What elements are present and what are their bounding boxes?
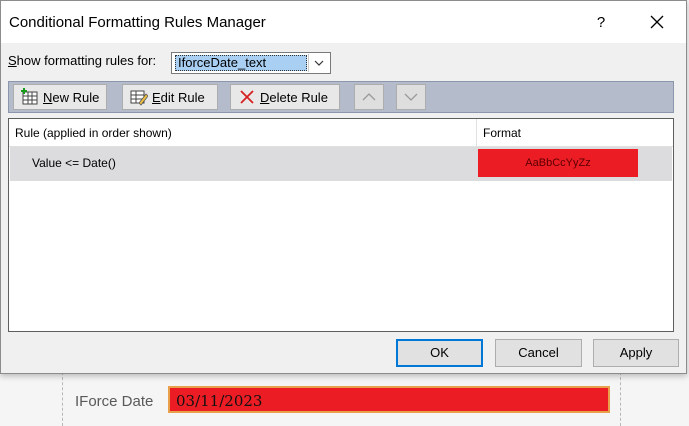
cancel-button[interactable]: Cancel: [495, 339, 582, 367]
show-rules-for-label: Show formatting rules for:: [8, 53, 157, 68]
combo-dropdown-icon: [314, 60, 324, 66]
column-header-rule: Rule (applied in order shown): [15, 126, 172, 140]
edit-rule-label: Edit Rule: [152, 89, 205, 105]
move-up-icon: [362, 93, 376, 101]
combo-selected-value: IforceDate_text: [175, 55, 307, 71]
new-rule-icon: [20, 87, 40, 107]
new-rule-button[interactable]: New Rule: [13, 84, 107, 110]
new-rule-label: New Rule: [43, 89, 100, 105]
move-down-icon: [404, 93, 418, 101]
edit-rule-button[interactable]: Edit Rule: [122, 84, 218, 110]
iforce-date-value: 03/11/2023: [176, 392, 263, 410]
close-button[interactable]: [641, 9, 673, 37]
delete-x-icon: [237, 87, 257, 107]
delete-rule-button[interactable]: Delete Rule: [230, 84, 340, 110]
dialog-title: Conditional Formatting Rules Manager: [9, 14, 266, 31]
column-divider: [476, 119, 477, 146]
combo-dropdown-button[interactable]: [308, 54, 329, 72]
iforce-date-field[interactable]: 03/11/2023: [168, 386, 610, 413]
control-guide-left: [62, 372, 63, 426]
rules-grid: Rule (applied in order shown) Format Val…: [8, 118, 674, 332]
edit-rule-icon: [129, 87, 149, 107]
format-preview: AaBbCcYyZz: [478, 149, 638, 177]
show-rules-for-combo[interactable]: IforceDate_text: [171, 52, 331, 74]
ok-button[interactable]: OK: [396, 339, 483, 367]
move-down-button[interactable]: [396, 84, 426, 110]
close-icon: [650, 15, 664, 29]
iforce-date-label: IForce Date: [75, 393, 154, 410]
column-header-format: Format: [483, 126, 522, 140]
table-row[interactable]: Value <= Date() AaBbCcYyZz: [10, 147, 672, 181]
rule-condition: Value <= Date(): [32, 156, 116, 170]
move-up-button[interactable]: [354, 84, 384, 110]
rules-toolbar: New Rule Edit Rule Delete Rule: [8, 81, 674, 113]
title-bar: Conditional Formatting Rules Manager ?: [1, 1, 686, 43]
help-button[interactable]: ?: [587, 11, 615, 35]
grid-header: Rule (applied in order shown) Format: [9, 119, 673, 147]
delete-rule-label: Delete Rule: [260, 89, 328, 105]
rules-manager-dialog: Conditional Formatting Rules Manager ? S…: [0, 0, 687, 374]
control-guide-right: [620, 372, 621, 426]
apply-button[interactable]: Apply: [593, 339, 679, 367]
